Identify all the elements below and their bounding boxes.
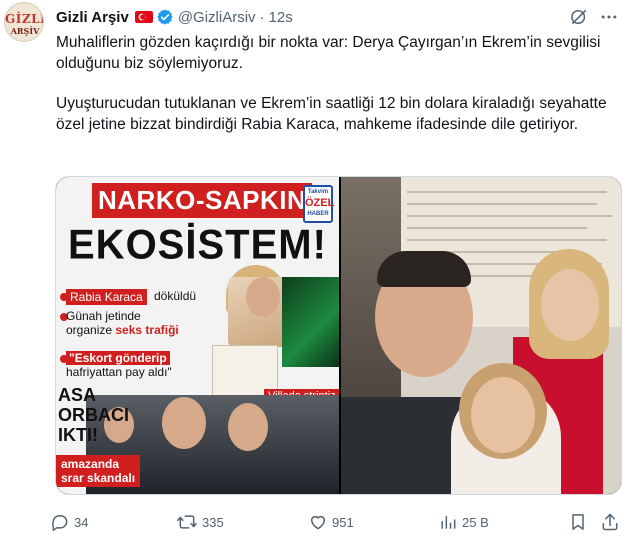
tweet-header: Gizli Arşiv @GizliArsiv · 12s (56, 6, 293, 28)
rabia-rest: döküldü (154, 289, 197, 303)
man-hair (377, 251, 471, 287)
retweet-icon (177, 515, 197, 529)
eskort-text: "Eskort gönderip hafriyattan pay aldı" (66, 351, 172, 379)
bookmark-icon (572, 514, 584, 530)
reply-count: 34 (74, 514, 89, 530)
turkey-flag-icon (134, 11, 153, 23)
views-icon (441, 516, 456, 529)
asa-line1: ASA (58, 385, 97, 405)
reply-button[interactable]: 34 (50, 508, 88, 536)
badge-top: Takvim (307, 189, 329, 195)
gunah-text: Günah jetinde organize seks trafiği (66, 309, 179, 337)
tweet-text: Muhaliflerin gözden kaçırdığı bir nokta … (56, 33, 616, 155)
like-count: 951 (332, 514, 354, 530)
green-photo (282, 277, 339, 367)
more-options-icon[interactable] (598, 6, 620, 28)
asa-text: ASA ORBACI IKTI! (58, 385, 129, 445)
newspaper-headline: EKOSİSTEM! (68, 221, 327, 269)
share-icon (602, 513, 618, 531)
heart-icon (311, 515, 325, 530)
gunah-line2-pre: organize (66, 323, 116, 337)
skandal-line2: srar skandalı (61, 471, 136, 485)
grok-icon[interactable] (568, 6, 590, 28)
handle[interactable]: @GizliArsiv (178, 9, 256, 26)
bookmark-button[interactable] (568, 508, 592, 536)
tweet-paragraph: Muhaliflerin gözden kaçırdığı bir nokta … (56, 34, 601, 72)
avatar-text: GİZLİ (5, 12, 44, 26)
man-face (162, 397, 206, 449)
views-count: 25 B (462, 514, 489, 530)
timestamp[interactable]: 12s (269, 9, 293, 26)
skandal-line1: amazanda (61, 457, 120, 471)
blonde-woman-face (471, 377, 535, 453)
tweet-paragraph: Uyuşturucudan tutuklanan ve Ekrem’in saa… (56, 95, 607, 133)
like-button[interactable]: 951 (308, 508, 354, 536)
views-button[interactable]: 25 B (438, 508, 489, 536)
separator-dot: · (259, 8, 265, 26)
share-button[interactable] (600, 508, 624, 536)
retweet-count: 335 (202, 514, 224, 530)
eskort-line2: hafriyattan pay aldı" (66, 365, 172, 379)
gunah-line2-bold: seks trafiği (115, 323, 179, 337)
woman-face (541, 269, 599, 341)
badge-mid: ÖZEL (305, 197, 335, 209)
ozel-haber-badge: Takvim ÖZEL HABER (303, 185, 335, 223)
rabia-tag: Rabia Karaca (66, 289, 147, 305)
eskort-line1: "Eskort gönderip (66, 351, 170, 365)
newspaper-banner: NARKO-SAPKIN (92, 183, 313, 218)
tweet-media[interactable]: NARKO-SAPKIN Takvim ÖZEL HABER EKOSİSTEM… (55, 176, 622, 495)
gunah-line1: Günah jetinde (66, 309, 141, 323)
badge-bot: HABER (307, 211, 329, 217)
woman-face (246, 277, 280, 317)
tweet[interactable]: GİZLİ ARŞİV Gizli Arşiv @GizliArsiv · 12… (0, 0, 637, 557)
asa-line2: ORBACI (58, 405, 129, 425)
tweet-actions: 34 335 951 25 B (50, 508, 630, 536)
media-image-right[interactable] (341, 177, 621, 494)
display-name[interactable]: Gizli Arşiv (56, 9, 129, 26)
asa-line3: IKTI! (58, 425, 98, 445)
retweet-button[interactable]: 335 (176, 508, 224, 536)
avatar[interactable]: GİZLİ ARŞİV (4, 2, 44, 42)
man-face (228, 403, 268, 451)
reply-icon (52, 515, 68, 532)
verified-badge-icon (156, 8, 174, 26)
avatar-subtext: ARŞİV (10, 26, 40, 36)
media-image-left[interactable]: NARKO-SAPKIN Takvim ÖZEL HABER EKOSİSTEM… (56, 177, 339, 494)
skandal-tag: amazanda srar skandalı (56, 455, 141, 487)
